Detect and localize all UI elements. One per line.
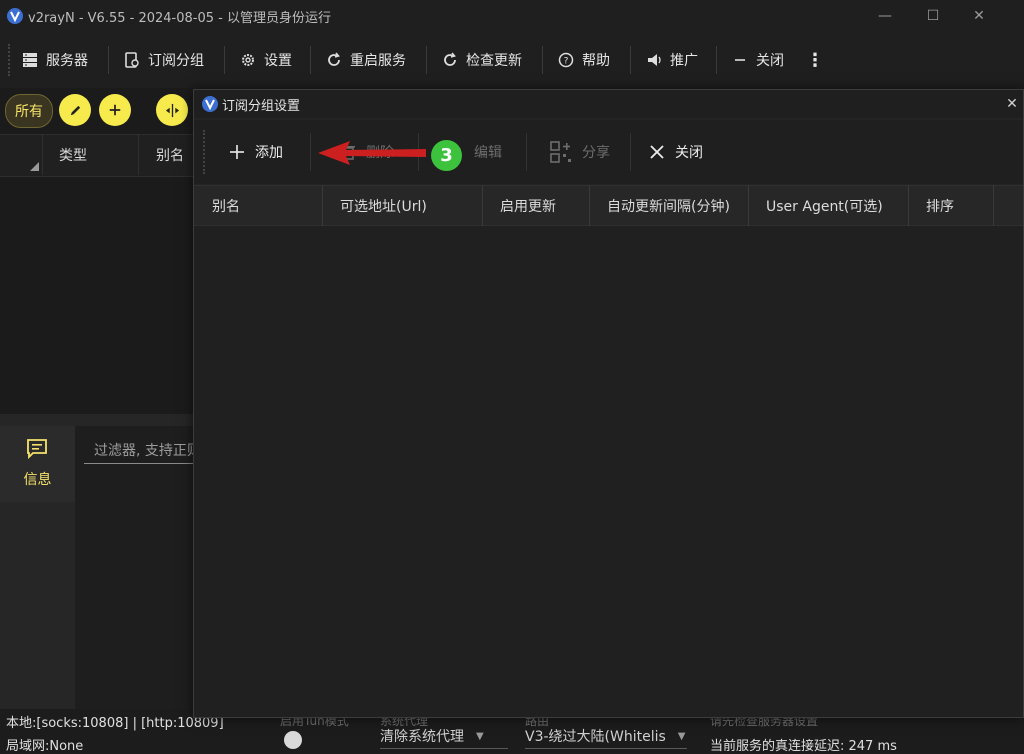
routing-value: V3-绕过大陆(Whitelis [525,729,666,745]
routing-select[interactable]: V3-绕过大陆(Whitelis ▼ [525,724,687,749]
share-button-label: 分享 [582,145,610,161]
system-proxy-select[interactable]: 清除系统代理 ▼ [380,724,508,749]
toolbar-grip[interactable] [8,44,12,76]
toolbar-check-update-label: 检查更新 [466,53,522,69]
split-arrows-icon [165,103,179,117]
gear-icon [242,54,254,66]
subscription-icon [125,52,139,68]
plus-icon [109,104,121,116]
chevron-down-icon: ▼ [476,730,484,742]
column-alias[interactable]: 别名 [156,134,184,175]
toolbar-servers-button[interactable]: 服务器 [22,32,88,88]
help-icon: ? [558,52,574,68]
toolbar-promote-label: 推广 [670,53,698,69]
dialog-title-bar [194,90,1023,118]
toolbar-divider [310,46,311,74]
column-update-interval[interactable]: 自动更新间隔(分钟) [607,185,730,226]
system-proxy-value: 清除系统代理 [380,729,464,745]
add-subscription-button[interactable] [99,94,131,126]
toolbar-servers-label: 服务器 [46,53,88,69]
toolbar-subscription-label: 订阅分组 [148,53,204,69]
add-button-label: 添加 [255,145,283,161]
v2rayn-logo-icon [7,8,23,24]
svg-text:?: ? [564,57,569,67]
toolbar-help-label: 帮助 [582,53,610,69]
toolbar-check-update-button[interactable]: 检查更新 [442,32,522,88]
subscription-grid-body[interactable] [194,226,1023,717]
tun-mode-toggle[interactable] [284,731,302,749]
share-button[interactable]: 分享 [550,120,610,184]
column-divider [993,185,994,226]
column-divider [322,185,323,226]
step-number-badge: 3 [431,140,462,171]
toolbar-divider [224,46,225,74]
column-url[interactable]: 可选地址(Url) [340,185,427,226]
pencil-icon [70,105,80,115]
lan-status: 局域网:None [6,739,84,754]
sort-indicator-icon[interactable] [30,162,39,171]
latency-status: 当前服务的真连接延迟: 247 ms [710,739,897,754]
column-divider [589,185,590,226]
v2rayn-logo-icon [202,96,218,112]
toolbar-grip[interactable] [203,130,207,174]
toolbar-restart-button[interactable]: 重启服务 [326,32,406,88]
close-dialog-label: 关闭 [675,145,703,161]
restart-icon [328,52,340,66]
column-divider [138,134,139,175]
close-dialog-button[interactable]: 关闭 [649,120,703,184]
server-icon [23,53,37,67]
column-sort[interactable]: 排序 [926,185,954,226]
minimize-button[interactable]: — [862,0,908,32]
minus-icon [735,59,745,61]
column-user-agent[interactable]: User Agent(可选) [766,185,883,226]
toolbar-divider [426,46,427,74]
local-port-status: 本地:[socks:10808] | [http:10809] [6,716,224,731]
dialog-close-button[interactable]: ✕ [1000,90,1024,118]
toolbar-restart-label: 重启服务 [350,53,406,69]
qr-share-icon [550,141,571,163]
close-icon [650,145,664,159]
column-divider [42,134,43,175]
toolbar-promote-button[interactable]: 推广 [646,32,698,88]
message-icon [27,439,47,460]
tab-rail [0,502,75,709]
dialog-title: 订阅分组设置 [222,99,301,114]
filter-all-tab[interactable]: 所有 [5,94,53,128]
chevron-down-icon: ▼ [677,730,686,742]
info-tab-label: 信息 [23,472,52,488]
check-update-icon [444,52,456,66]
add-button[interactable]: 添加 [229,120,283,184]
move-servers-button[interactable] [156,94,188,126]
maximize-button[interactable]: ☐ [910,0,956,32]
annotation-arrow-icon [318,141,426,165]
toolbar-divider [526,133,527,171]
toolbar-divider [630,133,631,171]
toolbar-subscription-button[interactable]: 订阅分组 [124,32,204,88]
window-title: v2rayN - V6.55 - 2024-08-05 - 以管理员身份运行 [28,11,331,26]
toolbar-close-button[interactable]: 关闭 [732,32,784,88]
promote-icon [648,54,661,66]
column-type[interactable]: 类型 [59,134,87,175]
plus-icon [230,145,244,159]
more-options-button[interactable]: ⋮ [806,32,824,88]
column-alias[interactable]: 别名 [212,185,240,226]
column-enable-update[interactable]: 启用更新 [500,185,556,226]
toolbar-divider [108,46,109,74]
edit-subscription-button[interactable] [59,94,91,126]
column-divider [482,185,483,226]
toolbar-settings-label: 设置 [264,53,292,69]
column-divider [908,185,909,226]
toolbar-settings-button[interactable]: 设置 [240,32,292,88]
toolbar-divider [716,46,717,74]
log-filter-input[interactable]: 过滤器, 支持正则 [84,436,194,464]
close-window-button[interactable]: ✕ [956,0,1002,32]
toolbar-divider [310,133,311,171]
toolbar-help-button[interactable]: ? 帮助 [558,32,610,88]
toolbar-close-label: 关闭 [756,53,784,69]
toolbar-divider [630,46,631,74]
pane-splitter[interactable] [0,414,194,426]
column-divider [748,185,749,226]
toolbar-divider [542,46,543,74]
edit-button-label: 编辑 [474,145,502,161]
